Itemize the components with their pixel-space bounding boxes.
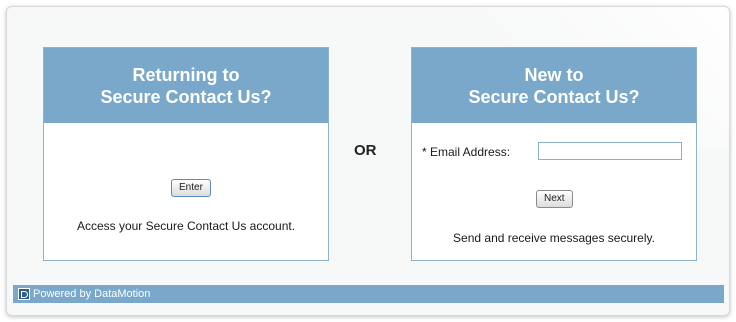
returning-user-header: Returning to Secure Contact Us? <box>44 48 328 123</box>
returning-caption: Access your Secure Contact Us account. <box>76 219 296 233</box>
footer-bar: Powered by DataMotion <box>13 285 724 303</box>
returning-user-panel: Returning to Secure Contact Us? Enter Ac… <box>43 47 329 261</box>
returning-title-line1: Returning to <box>132 64 240 85</box>
email-field[interactable] <box>538 142 682 160</box>
email-label: * Email Address: <box>422 145 511 159</box>
new-user-header: New to Secure Contact Us? <box>412 48 696 123</box>
new-user-panel: New to Secure Contact Us? * Email Addres… <box>411 47 697 261</box>
login-frame: Returning to Secure Contact Us? Enter Ac… <box>6 6 730 316</box>
new-user-caption: Send and receive messages securely. <box>453 231 655 245</box>
new-title-line2: Secure Contact Us? <box>468 86 640 107</box>
enter-button[interactable]: Enter <box>171 179 211 197</box>
or-divider: OR <box>354 142 377 159</box>
powered-by-text[interactable]: Powered by DataMotion <box>33 288 150 300</box>
datamotion-logo-icon <box>18 288 30 300</box>
next-button[interactable]: Next <box>536 190 573 208</box>
returning-title-line2: Secure Contact Us? <box>100 86 272 107</box>
new-title-line1: New to <box>524 64 584 85</box>
new-user-body: * Email Address: Next Send and receive m… <box>412 123 696 260</box>
returning-user-body: Enter Access your Secure Contact Us acco… <box>44 123 328 260</box>
